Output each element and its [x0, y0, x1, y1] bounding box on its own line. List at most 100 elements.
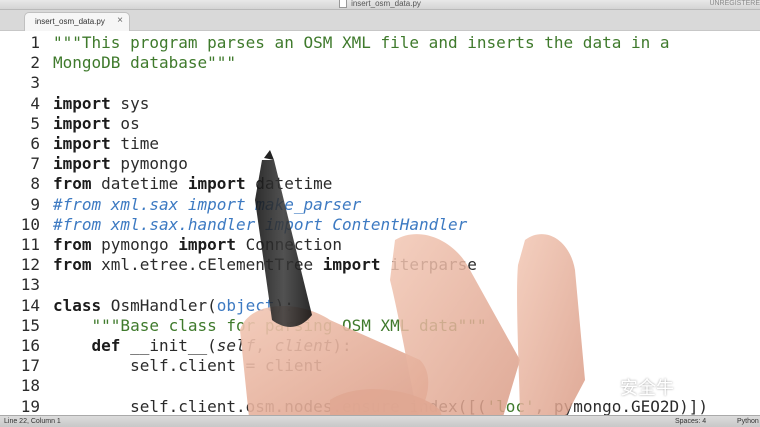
code-text: """This program parses an OSM XML file a…	[53, 33, 670, 53]
code-token: ):	[332, 336, 352, 355]
code-line[interactable]: 16 def __init__(self, client):	[0, 336, 760, 356]
code-token: datetime	[245, 174, 333, 194]
code-line[interactable]: 10 #from xml.sax.handler import ContentHa…	[0, 215, 760, 235]
window-title: insert_osm_data.py	[0, 0, 760, 9]
code-token: sys	[110, 93, 150, 113]
keyword-token: import	[53, 154, 111, 174]
watermark-text: 安全牛	[620, 378, 674, 398]
status-bar: Line 22, Column 1 Spaces: 4 Python	[0, 415, 760, 427]
keyword-token: import	[187, 174, 246, 194]
cursor-position: Line 22, Column 1	[4, 418, 61, 425]
line-number: 12	[20, 255, 40, 275]
code-token: self.client.osm.nodes.ensure_index([(	[53, 396, 487, 416]
line-number: 13	[20, 275, 40, 295]
tab-label: insert_osm_data.py	[35, 17, 105, 26]
code-text: import os	[53, 114, 140, 134]
tab-insert-osm-data[interactable]: insert_osm_data.py ×	[24, 12, 130, 31]
code-token: Connection	[236, 235, 342, 254]
string-token: MongoDB database"""	[53, 53, 237, 73]
title-bar: insert_osm_data.py UNREGISTERE	[0, 0, 760, 10]
line-number: 7	[30, 154, 40, 174]
code-token: pymongo	[91, 235, 179, 254]
comment-token: #from xml.sax.handler import ContentHand…	[53, 214, 468, 234]
code-text: self.client.osm.nodes.ensure_index([('lo…	[53, 397, 708, 416]
code-editor[interactable]: 1 """This program parses an OSM XML file …	[0, 31, 760, 416]
code-text: def __init__(self, client):	[53, 336, 352, 356]
code-text: from xml.etree.cElementTree import iterp…	[53, 255, 477, 275]
close-icon[interactable]: ×	[117, 15, 123, 27]
code-token: os	[110, 113, 140, 133]
line-number: 19	[20, 396, 40, 416]
code-line[interactable]: 3	[0, 73, 760, 93]
code-text: MongoDB database"""	[53, 53, 236, 73]
file-icon	[339, 0, 348, 9]
line-number: 11	[20, 235, 40, 254]
code-line[interactable]: 8 from datetime import datetime	[0, 174, 760, 194]
code-line[interactable]: 6 import time	[0, 134, 760, 154]
line-number: 10	[20, 214, 40, 234]
line-number: 2	[30, 53, 40, 73]
line-number: 6	[30, 134, 40, 153]
code-line[interactable]: 9 #from xml.sax import make_parser	[0, 195, 760, 215]
line-number: 17	[20, 356, 40, 376]
line-number: 15	[20, 315, 40, 335]
line-number: 3	[30, 73, 40, 93]
code-text: """Base class for parsing OSM XML data""…	[53, 316, 487, 336]
line-number: 16	[20, 336, 40, 355]
code-token: iterparse	[380, 255, 477, 275]
code-line[interactable]: 13	[0, 275, 760, 295]
code-token: pymongo	[110, 154, 188, 174]
code-token: ,	[255, 336, 275, 355]
code-text: #from xml.sax.handler import ContentHand…	[53, 215, 467, 235]
code-line[interactable]: 2 MongoDB database"""	[0, 53, 760, 73]
line-number: 4	[30, 93, 40, 113]
code-text: class OsmHandler(object):	[53, 296, 294, 316]
code-token: OsmHandler(	[101, 295, 217, 315]
keyword-token: from	[53, 235, 92, 254]
code-text: import time	[53, 134, 159, 154]
keyword-token: import	[53, 93, 111, 113]
line-number: 18	[20, 376, 40, 396]
line-number: 1	[30, 33, 40, 52]
keyword-token: def	[91, 336, 121, 355]
code-line[interactable]: 14 class OsmHandler(object):	[0, 296, 760, 316]
keyword-token: import	[322, 255, 381, 275]
code-text: from datetime import datetime	[53, 174, 332, 194]
keyword-token: class	[53, 295, 102, 315]
line-number: 14	[20, 295, 40, 315]
keyword-token: import	[53, 134, 111, 153]
code-text: self.client = client	[53, 356, 323, 376]
unregistered-label: UNREGISTERE	[709, 0, 760, 7]
keyword-token: import	[53, 113, 111, 133]
code-line[interactable]: 7 import pymongo	[0, 154, 760, 174]
code-line[interactable]: 12 from xml.etree.cElementTree import ite…	[0, 255, 760, 275]
code-text: #from xml.sax import make_parser	[53, 195, 361, 215]
code-token: datetime	[91, 174, 188, 194]
line-number: 8	[30, 174, 40, 194]
keyword-token: from	[53, 255, 92, 275]
builtin-token: object	[216, 295, 275, 315]
keyword-token: import	[178, 235, 237, 254]
code-line[interactable]: 5 import os	[0, 114, 760, 134]
code-text: import sys	[53, 94, 149, 114]
tab-bar: insert_osm_data.py ×	[0, 10, 760, 31]
code-text: import pymongo	[53, 154, 188, 174]
code-line[interactable]: 4 import sys	[0, 94, 760, 114]
parameter-token: client	[274, 336, 333, 355]
indentation-setting[interactable]: Spaces: 4	[675, 416, 706, 427]
parameter-token: self	[216, 336, 256, 355]
code-token: __init__(	[120, 336, 217, 355]
code-token: self.client = client	[53, 356, 323, 376]
line-number: 5	[30, 113, 40, 133]
code-line[interactable]: 15 """Base class for parsing OSM XML dat…	[0, 316, 760, 336]
code-token: time	[110, 134, 159, 153]
string-token: """This program parses an OSM XML file a…	[53, 33, 670, 52]
code-line[interactable]: 1 """This program parses an OSM XML file …	[0, 33, 760, 53]
code-text: from pymongo import Connection	[53, 235, 342, 255]
code-line[interactable]: 11 from pymongo import Connection	[0, 235, 760, 255]
code-token: xml.etree.cElementTree	[91, 255, 323, 275]
syntax-selector[interactable]: Python	[737, 416, 759, 427]
code-token: ):	[274, 295, 294, 315]
